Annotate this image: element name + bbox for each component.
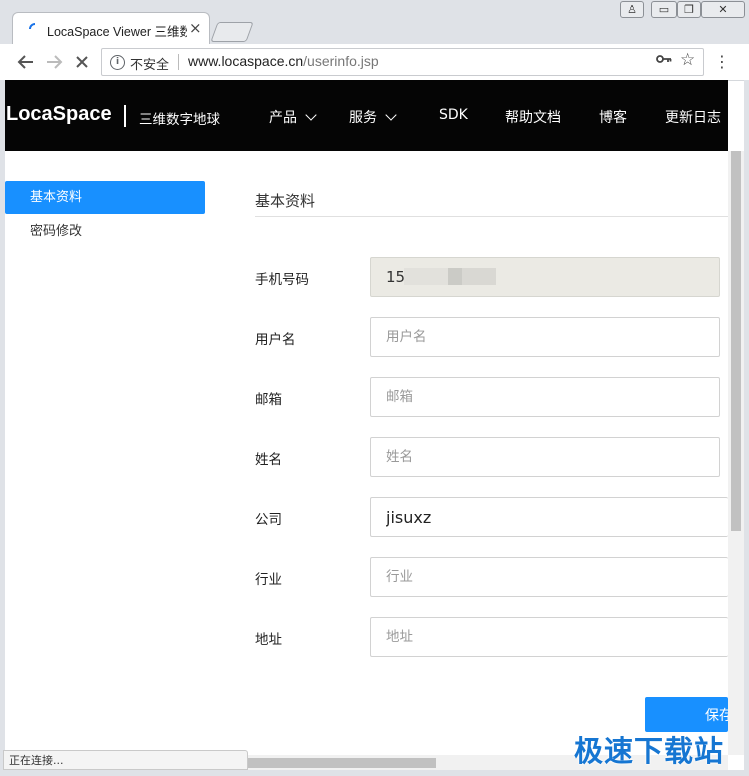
key-icon[interactable] bbox=[656, 52, 672, 70]
bookmark-star-icon[interactable]: ☆ bbox=[680, 50, 695, 70]
nav-services[interactable]: 服务 bbox=[349, 107, 397, 127]
nav-help-docs[interactable]: 帮助文档 bbox=[505, 107, 561, 127]
browser-tab[interactable]: LocaSpace Viewer 三维数字地球 × bbox=[12, 12, 210, 44]
section-title: 基本资料 bbox=[255, 192, 316, 210]
section-divider bbox=[255, 216, 728, 217]
chevron-down-icon bbox=[385, 109, 397, 121]
nav-services-label: 服务 bbox=[349, 110, 377, 126]
vertical-scrollbar[interactable] bbox=[728, 151, 744, 755]
site-tagline: 三维数字地球 bbox=[139, 112, 220, 128]
horizontal-scroll-thumb[interactable] bbox=[248, 758, 436, 768]
email-field[interactable] bbox=[370, 377, 720, 417]
name-field[interactable] bbox=[370, 437, 720, 477]
url-host: www.locaspace.cn bbox=[188, 53, 304, 69]
new-tab-button[interactable] bbox=[210, 22, 254, 42]
browser-menu-icon[interactable]: ⋮ bbox=[714, 52, 730, 71]
sidebar-item-basic-info[interactable]: 基本资料 bbox=[5, 181, 205, 214]
window-frame-right bbox=[744, 80, 749, 776]
back-arrow-icon[interactable] bbox=[14, 50, 38, 74]
profile-icon[interactable]: ♙ bbox=[620, 1, 644, 18]
browser-toolbar: i 不安全 www.locaspace.cn/userinfo.jsp ☆ ⋮ bbox=[0, 44, 749, 81]
loading-spinner-icon bbox=[29, 23, 36, 30]
redaction-blur bbox=[448, 268, 462, 285]
maximize-button[interactable]: ❐ bbox=[677, 1, 701, 18]
nav-products[interactable]: 产品 bbox=[269, 107, 317, 127]
nav-products-label: 产品 bbox=[269, 110, 297, 126]
url-text[interactable]: www.locaspace.cn/userinfo.jsp bbox=[188, 53, 379, 69]
nav-sdk[interactable]: SDK bbox=[439, 107, 468, 123]
nav-changelog[interactable]: 更新日志 bbox=[665, 107, 721, 127]
redaction-blur bbox=[462, 268, 496, 285]
info-icon[interactable]: i bbox=[110, 55, 125, 70]
username-label: 用户名 bbox=[255, 332, 296, 348]
tab-close-icon[interactable]: × bbox=[189, 19, 202, 37]
phone-label: 手机号码 bbox=[255, 272, 309, 288]
status-bubble: 正在连接... bbox=[3, 750, 248, 770]
minimize-button[interactable]: ▭ bbox=[651, 1, 677, 18]
chevron-down-icon bbox=[305, 109, 317, 121]
company-label: 公司 bbox=[255, 512, 282, 528]
security-label[interactable]: 不安全 bbox=[130, 54, 169, 73]
stop-loading-icon[interactable] bbox=[70, 50, 94, 74]
address-label: 地址 bbox=[255, 632, 282, 648]
logo-divider bbox=[124, 105, 126, 127]
company-field[interactable] bbox=[370, 497, 728, 537]
address-bar[interactable]: i 不安全 www.locaspace.cn/userinfo.jsp ☆ bbox=[101, 48, 704, 76]
save-button[interactable]: 保存 bbox=[645, 697, 728, 732]
tab-title: LocaSpace Viewer 三维数字地球 bbox=[47, 25, 187, 39]
industry-label: 行业 bbox=[255, 572, 282, 588]
site-header: LocaSpace 三维数字地球 产品 服务 SDK 帮助文档 博客 更新日志 bbox=[5, 80, 728, 151]
nav-blog[interactable]: 博客 bbox=[599, 107, 627, 127]
name-label: 姓名 bbox=[255, 452, 282, 468]
browser-tab-strip: LocaSpace Viewer 三维数字地球 × ♙ ▭ ❐ ✕ bbox=[0, 0, 749, 44]
window-frame-left bbox=[0, 80, 5, 776]
industry-field[interactable] bbox=[370, 557, 728, 597]
url-path: /userinfo.jsp bbox=[303, 53, 379, 69]
site-logo[interactable]: LocaSpace bbox=[6, 103, 112, 126]
sidebar-item-change-password[interactable]: 密码修改 bbox=[5, 215, 205, 248]
username-field[interactable] bbox=[370, 317, 720, 357]
forward-arrow-icon[interactable] bbox=[42, 50, 66, 74]
vertical-scroll-thumb[interactable] bbox=[731, 151, 741, 531]
redaction-blur bbox=[404, 268, 448, 285]
watermark-logo: 极速下载站 bbox=[574, 734, 725, 768]
window-frame-bottom bbox=[0, 770, 749, 776]
omnibox-divider bbox=[178, 54, 179, 70]
email-label: 邮箱 bbox=[255, 392, 282, 408]
close-window-button[interactable]: ✕ bbox=[701, 1, 745, 18]
address-field[interactable] bbox=[370, 617, 728, 657]
